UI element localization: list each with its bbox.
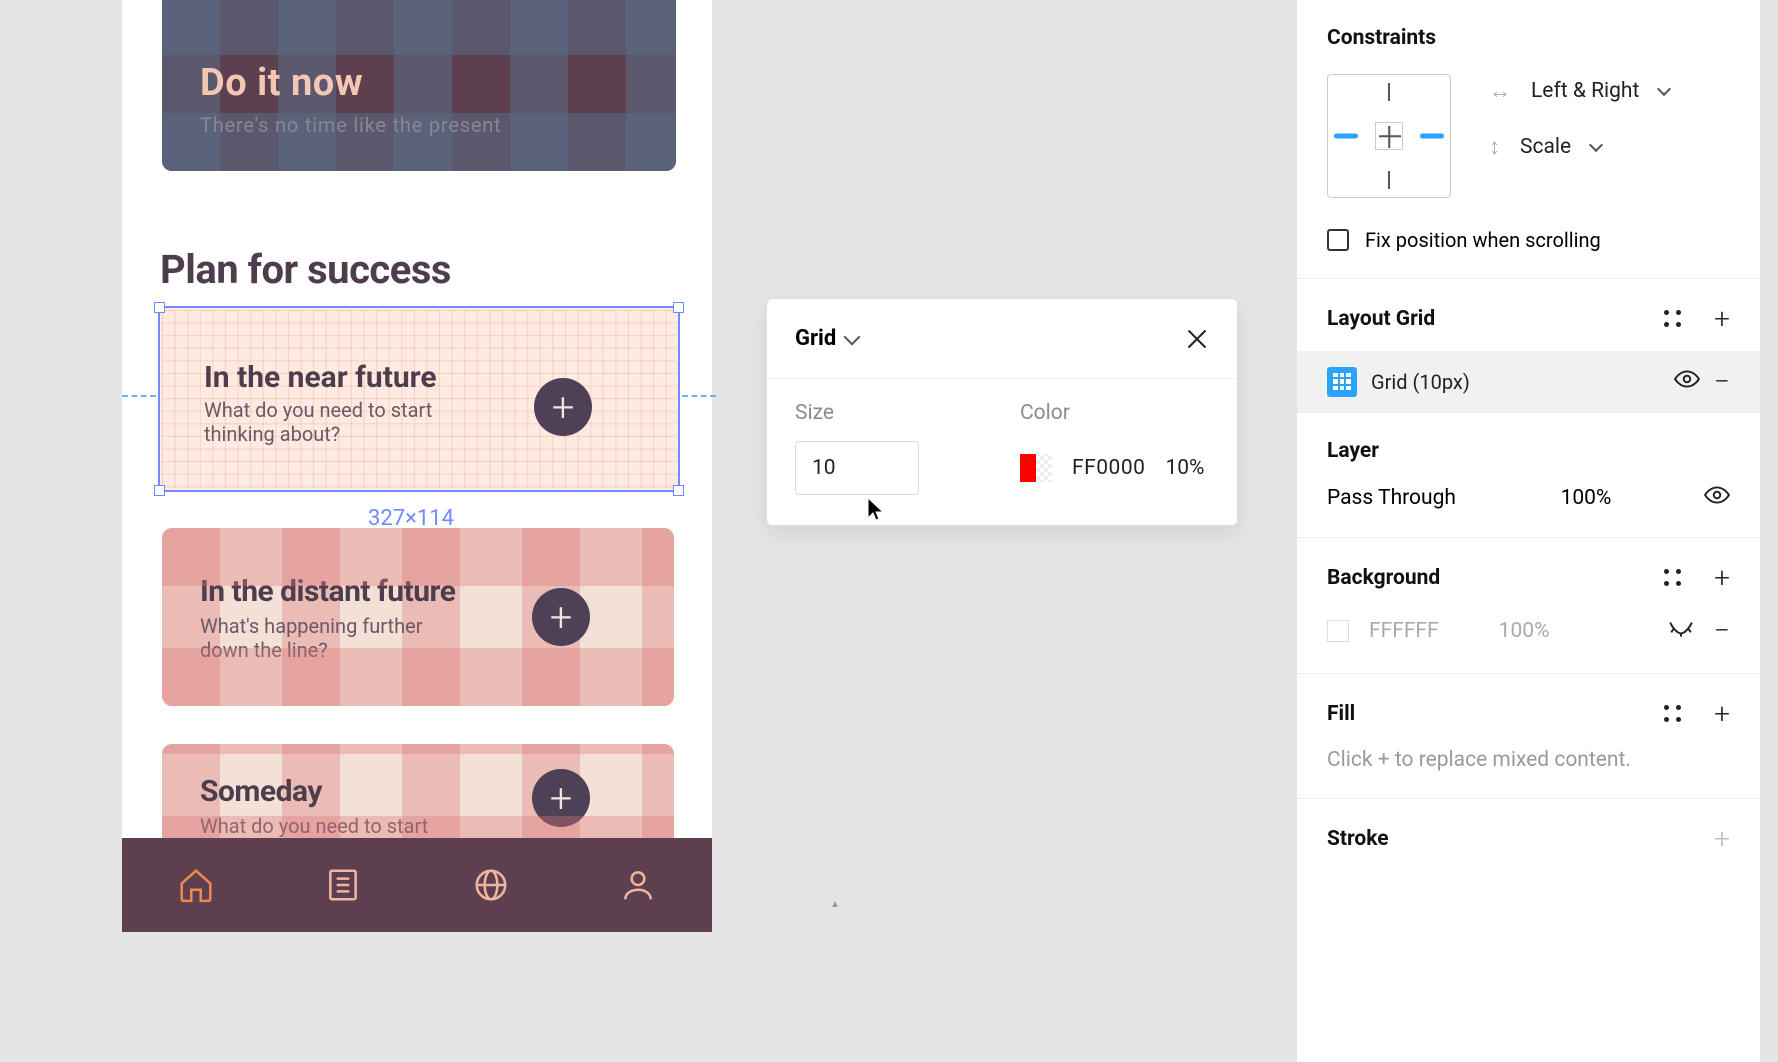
panel-collapse-caret[interactable]: ▲	[830, 899, 846, 909]
grid-settings-popover: Grid Size Color FF0000 10%	[766, 298, 1238, 526]
chevron-down-icon	[1657, 82, 1671, 96]
grid-type-dropdown[interactable]: Grid	[795, 326, 858, 351]
card-title: In the near future	[204, 360, 437, 395]
hero-title: Do it now	[200, 61, 363, 105]
layer-opacity[interactable]: 100%	[1561, 486, 1612, 510]
chevron-down-icon	[844, 328, 861, 345]
selection-handle-tl[interactable]	[154, 302, 165, 313]
grid-size-input[interactable]	[795, 441, 919, 495]
remove-grid-button[interactable]: −	[1714, 365, 1730, 398]
stroke-section: Stroke +	[1297, 799, 1760, 879]
vertical-constraint-dropdown[interactable]: ↕ Scale	[1489, 134, 1669, 160]
selection-handle-tr[interactable]	[673, 302, 684, 313]
color-hex[interactable]: FF0000	[1072, 456, 1145, 480]
chevron-down-icon	[1589, 138, 1603, 152]
color-label: Color	[1020, 401, 1209, 425]
add-stroke-button[interactable]: +	[1714, 825, 1730, 853]
card-title: Someday	[200, 774, 322, 809]
list-icon[interactable]	[322, 864, 364, 906]
card-subtitle: What's happening further down the line?	[200, 614, 460, 662]
size-label: Size	[795, 401, 984, 425]
background-section: Background + FFFFFF 100% −	[1297, 538, 1760, 674]
blend-mode-dropdown[interactable]: Pass Through	[1327, 486, 1468, 510]
add-button[interactable]: +	[534, 378, 592, 436]
design-canvas[interactable]: Do it now There's no time like the prese…	[0, 0, 1314, 1062]
background-title: Background	[1327, 566, 1440, 590]
home-icon[interactable]	[175, 864, 217, 906]
selection-handle-br[interactable]	[673, 485, 684, 496]
hidden-icon[interactable]	[1668, 619, 1694, 643]
horizontal-arrow-icon: ↔	[1489, 78, 1511, 104]
close-icon[interactable]	[1185, 327, 1209, 351]
add-grid-button[interactable]: +	[1714, 305, 1730, 333]
fix-position-label: Fix position when scrolling	[1365, 228, 1601, 252]
alignment-guide-right	[682, 395, 716, 397]
layer-section: Layer Pass Through 100%	[1297, 413, 1760, 538]
grid-type-icon[interactable]	[1327, 367, 1357, 397]
layer-title: Layer	[1327, 439, 1730, 463]
profile-icon[interactable]	[617, 864, 659, 906]
grid-styles-icon[interactable]	[1664, 310, 1682, 328]
remove-background-button[interactable]: −	[1714, 614, 1730, 647]
layout-grid-section: Layout Grid + Grid (10px) −	[1297, 279, 1760, 413]
background-styles-icon[interactable]	[1664, 569, 1682, 587]
fill-mixed-hint: Click + to replace mixed content.	[1327, 748, 1730, 772]
visibility-icon[interactable]	[1704, 485, 1730, 511]
hero-card: Do it now There's no time like the prese…	[162, 0, 676, 171]
grid-item-label: Grid (10px)	[1371, 370, 1660, 394]
fill-styles-icon[interactable]	[1664, 705, 1682, 723]
selection-handle-bl[interactable]	[154, 485, 165, 496]
card-near-future-selected[interactable]: In the near future What do you need to s…	[158, 306, 680, 492]
layout-grid-item[interactable]: Grid (10px) −	[1297, 351, 1760, 412]
fill-section: Fill + Click + to replace mixed content.	[1297, 674, 1760, 799]
background-hex[interactable]: FFFFFF	[1369, 619, 1439, 643]
mouse-cursor	[866, 496, 886, 522]
globe-icon[interactable]	[470, 864, 512, 906]
add-background-button[interactable]: +	[1714, 564, 1730, 592]
add-fill-button[interactable]: +	[1714, 700, 1730, 728]
color-opacity[interactable]: 10%	[1165, 456, 1204, 480]
card-subtitle: What do you need to start	[200, 814, 428, 838]
fill-title: Fill	[1327, 702, 1355, 726]
visibility-icon[interactable]	[1674, 369, 1700, 395]
color-swatch[interactable]	[1020, 454, 1052, 482]
alignment-guide-left	[122, 395, 156, 397]
hero-subtitle: There's no time like the present	[200, 113, 501, 137]
vertical-arrow-icon: ↕	[1489, 134, 1500, 160]
inspector-panel: Constraints ↔ Left & Right ↕ Scale Fi	[1296, 0, 1760, 1062]
constraints-section: Constraints ↔ Left & Right ↕ Scale Fi	[1297, 0, 1760, 279]
card-title: In the distant future	[200, 574, 455, 609]
fix-position-checkbox[interactable]	[1327, 229, 1349, 251]
add-button[interactable]: +	[532, 588, 590, 646]
horizontal-constraint-dropdown[interactable]: ↔ Left & Right	[1489, 78, 1669, 104]
section-title: Plan for success	[160, 246, 451, 293]
add-button[interactable]: +	[532, 769, 590, 827]
background-opacity[interactable]: 100%	[1499, 619, 1550, 643]
layout-grid-title: Layout Grid	[1327, 307, 1435, 331]
stroke-title: Stroke	[1327, 827, 1389, 851]
constraints-title: Constraints	[1327, 26, 1730, 50]
card-subtitle: What do you need to start thinking about…	[204, 398, 464, 446]
constraints-diagram[interactable]	[1327, 74, 1451, 198]
bottom-nav	[122, 838, 712, 932]
background-swatch[interactable]	[1327, 620, 1349, 642]
card-distant-future[interactable]: In the distant future What's happening f…	[162, 528, 674, 706]
